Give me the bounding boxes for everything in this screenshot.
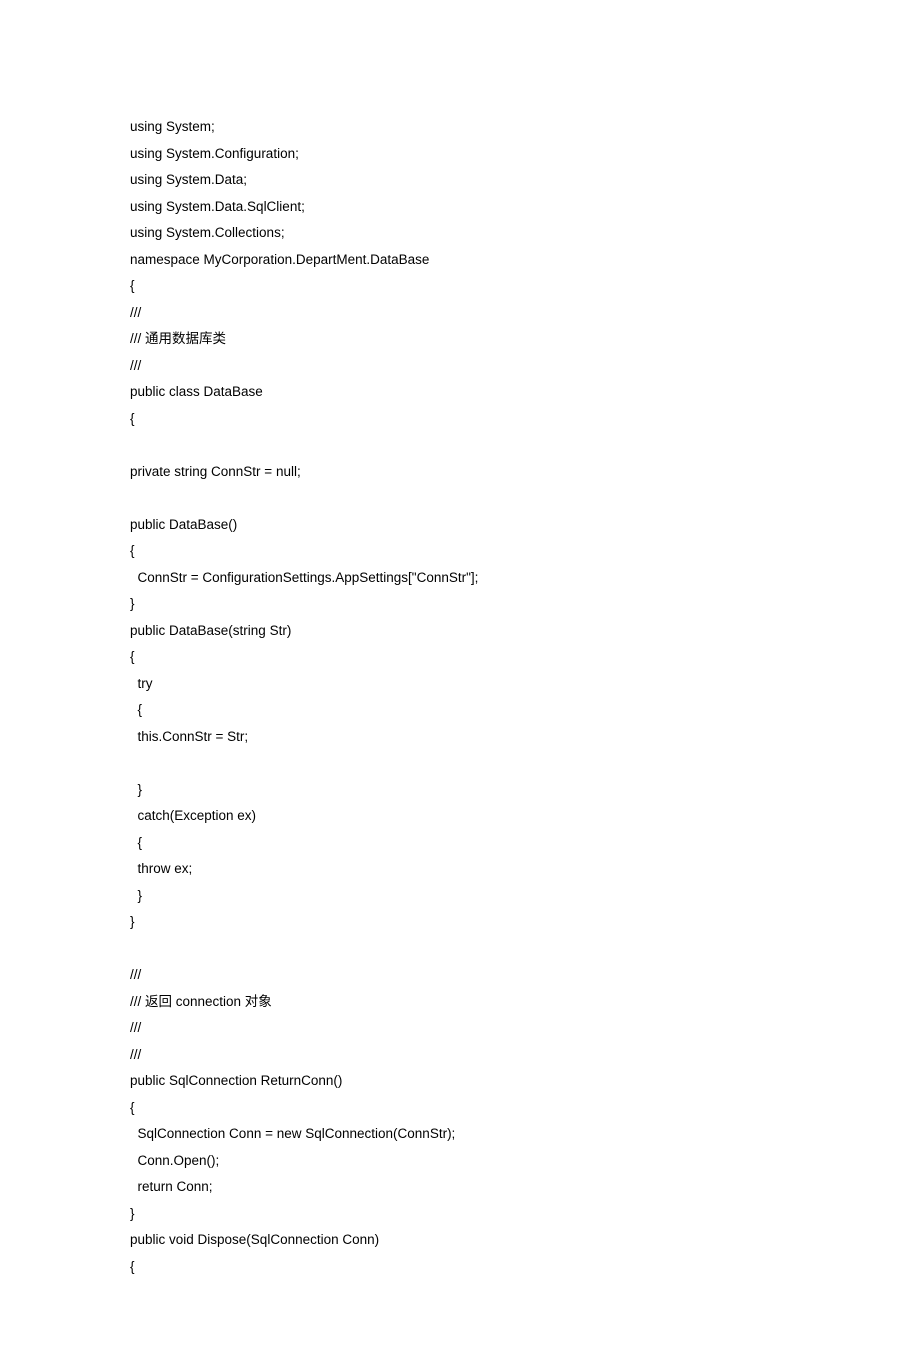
code-document: using System; using System.Configuration… — [0, 0, 920, 1360]
code-line: /// — [130, 967, 141, 982]
code-line: { — [130, 702, 142, 717]
code-line: ConnStr = ConfigurationSettings.AppSetti… — [130, 570, 478, 585]
code-line: { — [130, 1100, 135, 1115]
code-line: /// — [130, 1020, 141, 1035]
code-line: return Conn; — [130, 1179, 213, 1194]
code-line: catch(Exception ex) — [130, 808, 256, 823]
code-line: /// — [130, 305, 141, 320]
code-line: { — [130, 411, 135, 426]
code-line: { — [130, 278, 135, 293]
code-line: using System.Data; — [130, 172, 247, 187]
code-line: Conn.Open(); — [130, 1153, 219, 1168]
code-line: public class DataBase — [130, 384, 263, 399]
code-line: private string ConnStr = null; — [130, 464, 301, 479]
code-line: using System.Collections; — [130, 225, 285, 240]
code-line: } — [130, 888, 142, 903]
code-line: /// — [130, 1047, 141, 1062]
code-line: /// 返回 connection 对象 — [130, 994, 272, 1009]
code-line: public DataBase(string Str) — [130, 623, 291, 638]
code-line: { — [130, 835, 142, 850]
code-line: } — [130, 596, 135, 611]
code-line: public DataBase() — [130, 517, 237, 532]
code-line: { — [130, 543, 135, 558]
code-line: throw ex; — [130, 861, 192, 876]
code-line: namespace MyCorporation.DepartMent.DataB… — [130, 252, 429, 267]
code-line: public void Dispose(SqlConnection Conn) — [130, 1232, 379, 1247]
code-line: try — [130, 676, 153, 691]
code-line: using System.Configuration; — [130, 146, 299, 161]
code-line: SqlConnection Conn = new SqlConnection(C… — [130, 1126, 455, 1141]
code-line: { — [130, 649, 135, 664]
code-line: public SqlConnection ReturnConn() — [130, 1073, 342, 1088]
code-line: /// 通用数据库类 — [130, 331, 226, 346]
code-line: /// — [130, 358, 141, 373]
code-line: } — [130, 1206, 135, 1221]
code-line: } — [130, 914, 135, 929]
code-line: using System; — [130, 119, 215, 134]
code-line: } — [130, 782, 142, 797]
code-line: { — [130, 1259, 135, 1274]
code-line: using System.Data.SqlClient; — [130, 199, 305, 214]
code-line: this.ConnStr = Str; — [130, 729, 248, 744]
